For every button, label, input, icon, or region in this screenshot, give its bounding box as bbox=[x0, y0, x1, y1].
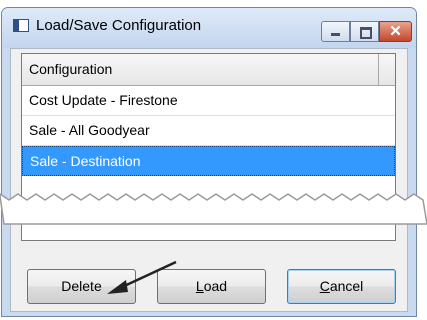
load-mnemonic: L bbox=[195, 278, 204, 294]
cancel-label-rest: ancel bbox=[329, 278, 364, 294]
close-button[interactable]: ✕ bbox=[379, 21, 412, 42]
load-label-rest: oad bbox=[203, 278, 228, 294]
title-bar[interactable]: Load/Save Configuration ✕ bbox=[2, 8, 416, 48]
window-title: Load/Save Configuration bbox=[36, 17, 202, 34]
cancel-button[interactable]: Cancel bbox=[287, 269, 396, 304]
cancel-mnemonic: C bbox=[319, 278, 330, 294]
torn-edge-break bbox=[0, 193, 427, 225]
minimize-button[interactable] bbox=[321, 21, 350, 42]
minimize-icon bbox=[331, 33, 340, 36]
window-icon bbox=[13, 19, 29, 32]
close-icon: ✕ bbox=[389, 23, 402, 40]
list-item-selected[interactable]: Sale - Destination bbox=[22, 146, 395, 176]
list-item[interactable]: Sale - All Goodyear bbox=[22, 116, 395, 146]
arrow-icon bbox=[107, 260, 177, 294]
maximize-icon bbox=[360, 27, 372, 39]
maximize-button[interactable] bbox=[350, 21, 379, 42]
list-item[interactable]: Cost Update - Firestone bbox=[22, 86, 395, 116]
configuration-column-header[interactable]: Configuration bbox=[22, 54, 395, 86]
